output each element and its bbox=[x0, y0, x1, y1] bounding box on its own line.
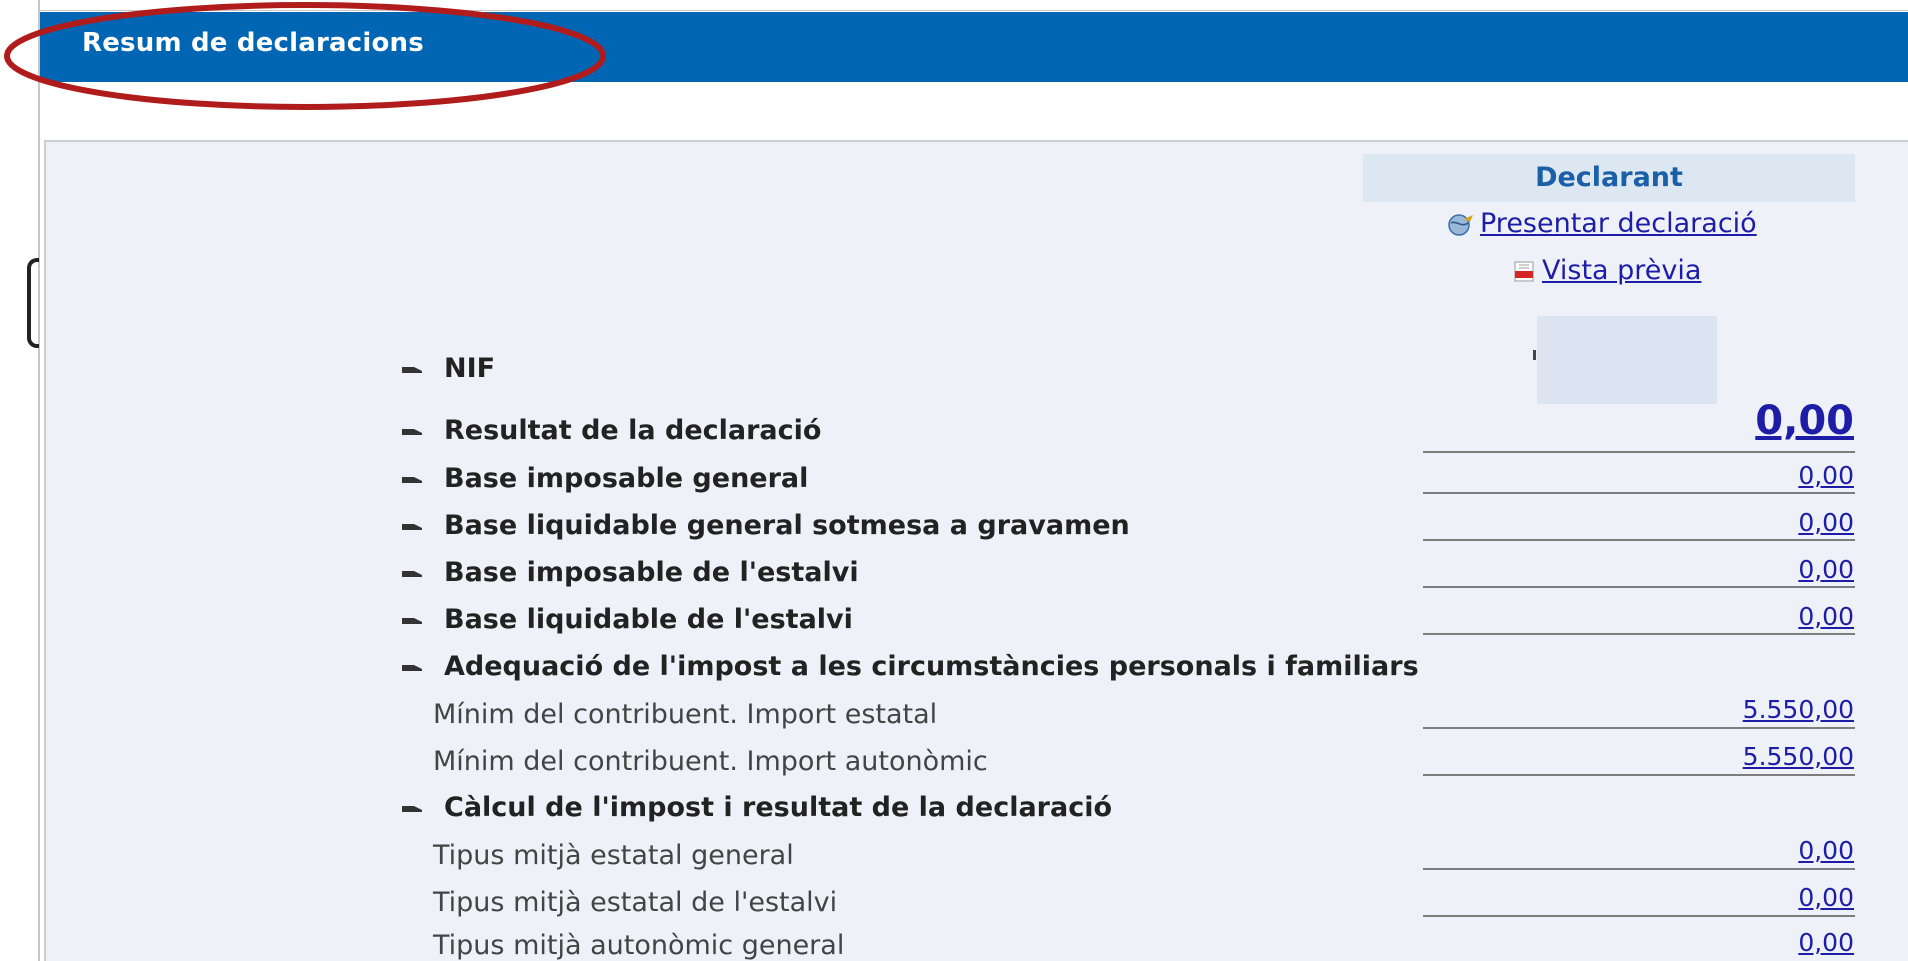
pdf-icon bbox=[1514, 261, 1534, 281]
row-underline bbox=[1423, 915, 1855, 917]
row-underline bbox=[1423, 727, 1855, 729]
row-label: Adequació de l'impost a les circumstànci… bbox=[444, 651, 1419, 682]
tipus-autonomic-general-value[interactable]: 0,00 bbox=[1798, 928, 1854, 957]
row-label: NIF bbox=[444, 353, 496, 384]
row-minim-autonomic: Mínim del contribuent. Import autonòmic bbox=[433, 746, 988, 777]
base-imposable-estalvi-value[interactable]: 0,00 bbox=[1798, 555, 1854, 584]
side-bracket-decoration bbox=[27, 258, 39, 348]
row-tipus-estatal-estalvi: Tipus mitjà estatal de l'estalvi bbox=[433, 887, 838, 918]
row-base-liquidable-estalvi: Base liquidable de l'estalvi bbox=[402, 604, 853, 635]
minim-estatal-value[interactable]: 5.550,00 bbox=[1743, 695, 1854, 724]
top-frame-border bbox=[38, 10, 1908, 11]
row-underline bbox=[1423, 492, 1855, 494]
minim-autonomic-value[interactable]: 5.550,00 bbox=[1743, 742, 1854, 771]
present-declaration-label[interactable]: Presentar declaració bbox=[1480, 208, 1757, 239]
declarant-column-header: Declarant bbox=[1363, 154, 1855, 202]
row-label: Resultat de la declaració bbox=[444, 415, 822, 446]
nif-value-mark bbox=[1533, 350, 1536, 360]
present-declaration-link[interactable]: Presentar declaració bbox=[1446, 208, 1757, 239]
row-underline bbox=[1423, 774, 1855, 776]
row-bullet-icon bbox=[402, 523, 422, 530]
row-nif: NIF bbox=[402, 353, 495, 384]
preview-label[interactable]: Vista prèvia bbox=[1542, 255, 1701, 286]
result-value[interactable]: 0,00 bbox=[1755, 398, 1854, 444]
base-liquidable-estalvi-value[interactable]: 0,00 bbox=[1798, 602, 1854, 631]
row-base-imposable-general: Base imposable general bbox=[402, 463, 808, 494]
nif-redacted-value bbox=[1537, 316, 1717, 404]
row-label: Base liquidable de l'estalvi bbox=[444, 604, 853, 635]
row-result: Resultat de la declaració bbox=[402, 415, 821, 446]
row-minim-estatal: Mínim del contribuent. Import estatal bbox=[433, 699, 938, 730]
row-bullet-icon bbox=[402, 366, 422, 373]
row-label: Base imposable de l'estalvi bbox=[444, 557, 859, 588]
row-bullet-icon bbox=[402, 664, 422, 671]
base-imposable-general-value[interactable]: 0,00 bbox=[1798, 461, 1854, 490]
globe-icon bbox=[1448, 213, 1473, 236]
row-bullet-icon bbox=[402, 570, 422, 577]
row-label: Càlcul de l'impost i resultat de la decl… bbox=[444, 792, 1113, 823]
row-underline bbox=[1423, 633, 1855, 635]
row-bullet-icon bbox=[402, 476, 422, 483]
preview-link[interactable]: Vista prèvia bbox=[1512, 255, 1701, 286]
row-calcul-heading: Càlcul de l'impost i resultat de la decl… bbox=[402, 792, 1112, 823]
row-base-liquidable-general: Base liquidable general sotmesa a gravam… bbox=[402, 510, 1130, 541]
row-tipus-estatal-general: Tipus mitjà estatal general bbox=[433, 840, 794, 871]
base-liquidable-general-value[interactable]: 0,00 bbox=[1798, 508, 1854, 537]
tipus-estatal-general-value[interactable]: 0,00 bbox=[1798, 836, 1854, 865]
left-frame-border bbox=[38, 0, 40, 961]
row-label: Base liquidable general sotmesa a gravam… bbox=[444, 510, 1130, 541]
section-header-bar: Resum de declaracions bbox=[40, 12, 1908, 82]
row-underline bbox=[1423, 586, 1855, 588]
row-tipus-autonomic-general: Tipus mitjà autonòmic general bbox=[433, 930, 845, 961]
row-base-imposable-estalvi: Base imposable de l'estalvi bbox=[402, 557, 859, 588]
row-underline bbox=[1423, 868, 1855, 870]
row-underline bbox=[1423, 539, 1855, 541]
row-adequacio-heading: Adequació de l'impost a les circumstànci… bbox=[402, 651, 1419, 682]
row-underline bbox=[1423, 451, 1855, 453]
row-bullet-icon bbox=[402, 428, 422, 435]
section-title: Resum de declaracions bbox=[82, 28, 424, 58]
row-bullet-icon bbox=[402, 617, 422, 624]
tipus-estatal-estalvi-value[interactable]: 0,00 bbox=[1798, 883, 1854, 912]
row-label: Base imposable general bbox=[444, 463, 809, 494]
row-bullet-icon bbox=[402, 805, 422, 812]
